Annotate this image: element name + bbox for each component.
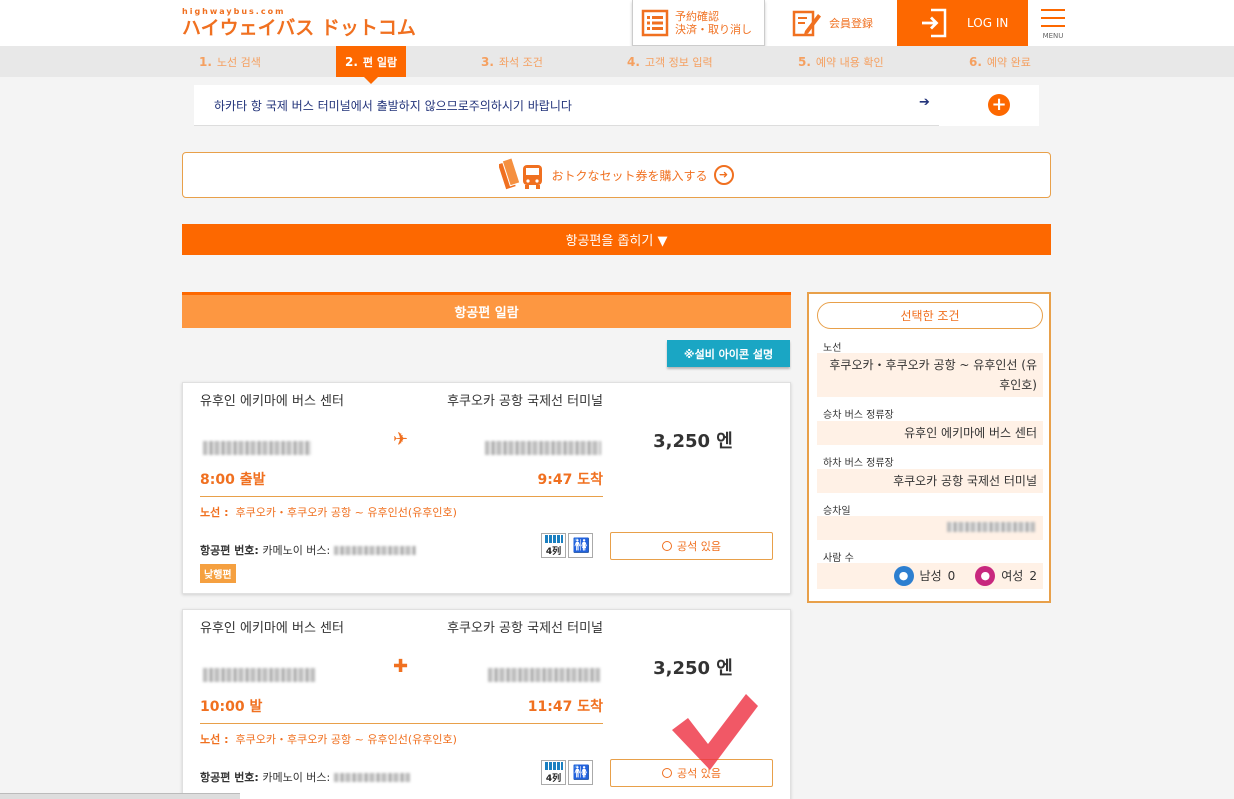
circle-available-icon bbox=[662, 541, 672, 551]
step-customer-info: 4. 고객 정보 입력 bbox=[627, 54, 713, 69]
boarding-stop-value: 유후인 에키마에 버스 센터 bbox=[817, 421, 1043, 445]
step-complete: 6. 예약 완료 bbox=[969, 54, 1031, 69]
route-info: 노선 : 후쿠오카・후쿠오카 공항 ~ 유후인선(유후인호) bbox=[200, 733, 457, 746]
arrival-stop: 후쿠오카 공항 국제선 터미널 bbox=[447, 394, 603, 409]
female-avatar-icon: ● bbox=[975, 566, 996, 586]
toilet-icon: 🚻 bbox=[568, 760, 593, 785]
member-register-label: 会員登録 bbox=[829, 16, 873, 30]
route-value: 후쿠오카・후쿠오카 공항 ~ 유후인선 (유후인호) bbox=[817, 353, 1043, 397]
step-route-search: 1. 노선 검색 bbox=[199, 54, 261, 69]
airplane-icon: ✈ bbox=[393, 429, 409, 450]
equipment-icon-help-button[interactable]: ※설비 아이콘 설명 bbox=[667, 340, 790, 367]
set-ticket-label: おトクなセット券を購入する bbox=[551, 168, 708, 183]
fare-price: 3,250 엔 bbox=[653, 431, 733, 452]
arrival-stop: 후쿠오카 공항 국제선 터미널 bbox=[447, 621, 603, 636]
reserve-line2: 決済・取り消し bbox=[675, 22, 752, 36]
site-header: highwaybus.com ハイウェイバス ドットコム 予約確認 決済・取り消… bbox=[0, 0, 1234, 46]
reservation-check-button[interactable]: 予約確認 決済・取り消し bbox=[632, 0, 765, 46]
departure-time: 10:00 발 bbox=[200, 699, 263, 715]
people-count-value: ● 남성 0 ● 여성 2 bbox=[817, 563, 1043, 589]
reservation-list-icon bbox=[641, 9, 669, 36]
hamburger-icon bbox=[1041, 9, 1065, 11]
flight-number: 항공편 번호: 카메노이 버스: bbox=[200, 542, 416, 558]
equipment-icons: 4列 🚻 bbox=[541, 533, 593, 558]
logo-domain: highwaybus.com bbox=[182, 7, 286, 16]
route-label: 노선 bbox=[823, 343, 842, 354]
people-count-label: 사람 수 bbox=[823, 553, 854, 564]
site-logo[interactable]: highwaybus.com ハイウェイバス ドットコム bbox=[182, 7, 416, 39]
four-row-seat-icon: 4列 bbox=[541, 533, 566, 558]
notice-text: 하카타 항 국제 버스 터미널에서 출발하지 않으므로주의하시기 바랍니다 bbox=[214, 99, 572, 113]
airplane-icon: ✚ bbox=[393, 656, 409, 677]
toilet-icon: 🚻 bbox=[568, 533, 593, 558]
four-row-seat-icon: 4列 bbox=[541, 760, 566, 785]
arrival-time: 9:47 도착 bbox=[537, 472, 603, 488]
panel-title: 선택한 조건 bbox=[817, 302, 1043, 329]
departure-stop: 유후인 에키마에 버스 센터 bbox=[200, 394, 344, 409]
boarding-date-value bbox=[817, 516, 1043, 540]
flight-card: 유후인 에키마에 버스 센터 후쿠오카 공항 국제선 터미널 ✈ 8:00 출발… bbox=[182, 382, 791, 594]
circle-arrow-icon: ➜ bbox=[713, 165, 734, 185]
menu-button[interactable]: MENU bbox=[1040, 0, 1066, 46]
departure-date-blurred bbox=[203, 668, 315, 682]
filter-flights-toggle[interactable]: 항공편을 좁히기 ▼ bbox=[182, 224, 1051, 255]
flight-number: 항공편 번호: 카메노이 버스: bbox=[200, 769, 410, 785]
step-flight-list: 2. 편 일람 bbox=[336, 46, 407, 84]
reserve-line1: 予約確認 bbox=[675, 9, 719, 23]
arrow-right-icon[interactable]: ➔ bbox=[919, 95, 930, 110]
alighting-stop-value: 후쿠오카 공항 국제선 터미널 bbox=[817, 469, 1043, 493]
boarding-stop-label: 승차 버스 정류장 bbox=[823, 410, 894, 421]
login-door-icon bbox=[922, 8, 947, 38]
departure-time: 8:00 출발 bbox=[200, 472, 266, 488]
fare-price: 3,250 엔 bbox=[653, 658, 733, 679]
boarding-date-label: 승차일 bbox=[823, 506, 851, 517]
male-avatar-icon: ● bbox=[893, 566, 914, 586]
menu-label: MENU bbox=[1042, 32, 1064, 40]
member-register-button[interactable]: 会員登録 bbox=[787, 0, 887, 46]
login-label: LOG IN bbox=[967, 15, 1009, 30]
bus-ticket-icon bbox=[499, 157, 543, 190]
arrival-date-blurred bbox=[485, 441, 601, 455]
logo-title: ハイウェイバス ドットコム bbox=[182, 17, 416, 39]
equipment-icons: 4列 🚻 bbox=[541, 760, 593, 785]
step-confirm: 5. 예약 내용 확인 bbox=[798, 54, 884, 69]
red-check-mark-icon bbox=[672, 694, 758, 770]
selected-conditions-panel: 선택한 조건 노선 후쿠오카・후쿠오카 공항 ~ 유후인선 (유후인호) 승차 … bbox=[807, 292, 1051, 603]
daytime-badge: 낮행편 bbox=[200, 564, 236, 583]
browser-status-bar bbox=[0, 793, 240, 799]
route-info: 노선 : 후쿠오카・후쿠오카 공항 ~ 유후인선(유후인호) bbox=[200, 506, 457, 519]
arrival-date-blurred bbox=[488, 668, 600, 682]
departure-stop: 유후인 에키마에 버스 센터 bbox=[200, 621, 344, 636]
seat-available-button[interactable]: 공석 있음 bbox=[610, 532, 773, 560]
pencil-note-icon bbox=[792, 10, 821, 37]
progress-steps: 1. 노선 검색 2. 편 일람 3. 좌석 조건 4. 고객 정보 입력 5. 예약 내… bbox=[0, 46, 1234, 84]
flight-list-title: 항공편 일람 bbox=[182, 292, 791, 328]
arrival-time: 11:47 도착 bbox=[527, 699, 603, 715]
set-ticket-button[interactable]: おトクなセット券を購入する ➜ bbox=[182, 152, 1051, 198]
notice-banner[interactable]: 하카타 항 국제 버스 터미널에서 출발하지 않으므로주의하시기 바랍니다 ➔ … bbox=[194, 85, 1039, 126]
alighting-stop-label: 하차 버스 정류장 bbox=[823, 458, 894, 469]
expand-plus-icon[interactable]: + bbox=[988, 94, 1010, 116]
login-button[interactable]: LOG IN bbox=[897, 0, 1028, 46]
departure-date-blurred bbox=[203, 441, 311, 455]
step-seat-conditions: 3. 좌석 조건 bbox=[481, 54, 543, 69]
